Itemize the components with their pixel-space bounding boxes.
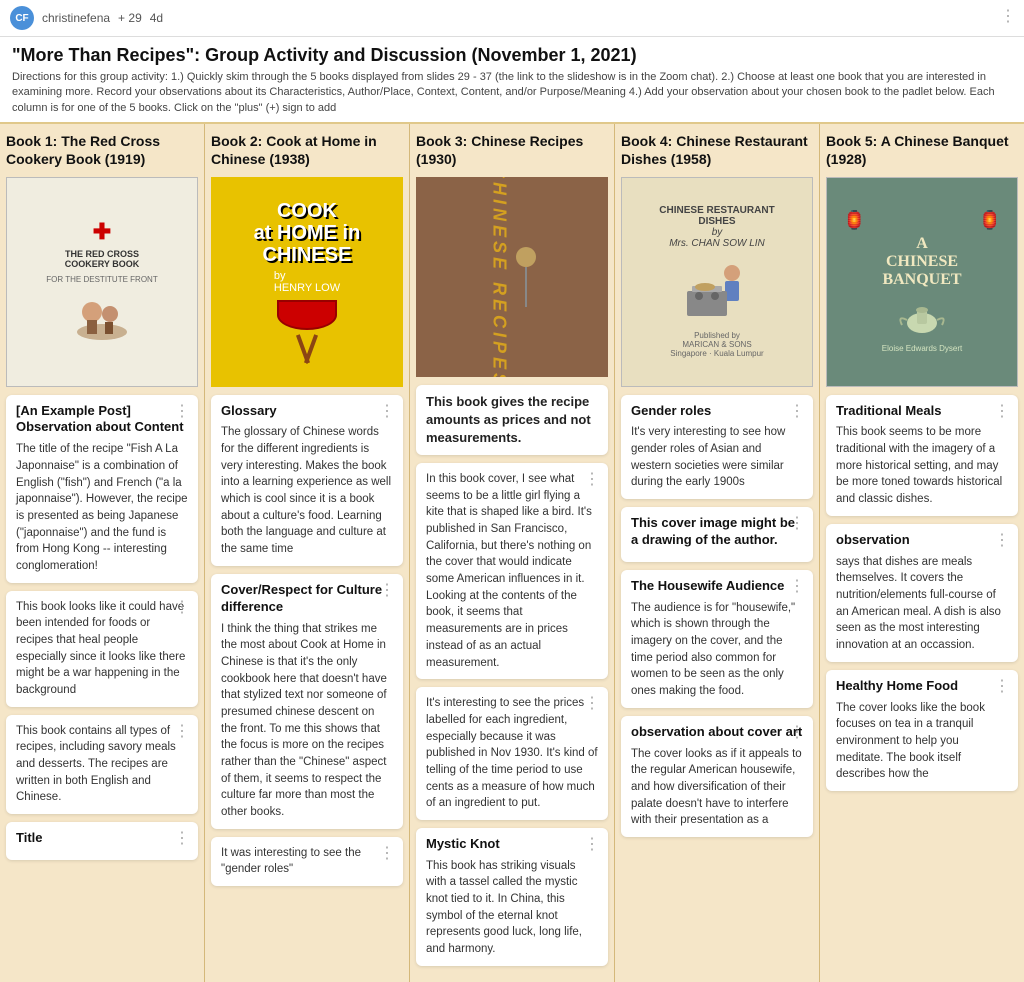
example-post-card: ⋮ [An Example Post] Observation about Co… [6,395,198,583]
column-book5: Book 5: A Chinese Banquet (1928) 🏮 🏮 ACH… [820,124,1024,982]
cover-respect-title: Cover/Respect for Culture difference [221,582,393,616]
observation-menu[interactable]: ⋮ [994,530,1010,550]
cover-respect-body: I think the thing that strikes me the mo… [221,621,393,821]
column-book4: Book 4: Chinese Restaurant Dishes (1958)… [615,124,820,982]
gender-roles-note-menu[interactable]: ⋮ [379,843,395,863]
glossary-body: The glossary of Chinese words for the di… [221,424,393,557]
cover-drawing-title: This cover image might be a drawing of t… [631,515,803,549]
top-bar: CF christinefena + 29 4d [0,0,1024,37]
col2-title: Book 2: Cook at Home in Chinese (1938) [211,132,403,168]
avatar: CF [10,6,34,30]
username: christinefena [42,11,110,25]
col5-title: Book 5: A Chinese Banquet (1928) [826,132,1018,168]
column-book3: Book 3: Chinese Recipes (1930) CHINESE R… [410,124,615,982]
card-menu-dots-2[interactable]: ⋮ [174,597,190,617]
col1-title: Book 1: The Red Cross Cookery Book (1919… [6,132,198,168]
war-background-body: This book looks like it could have been … [16,599,188,699]
housewife-menu[interactable]: ⋮ [789,576,805,596]
gender-roles-note-body: It was interesting to see the "gender ro… [221,845,393,878]
columns-wrapper: Book 1: The Red Cross Cookery Book (1919… [0,124,1024,982]
prices-note-card: ⋮ This book gives the recipe amounts as … [416,385,608,456]
healthy-home-food-card: ⋮ Healthy Home Food The cover looks like… [826,670,1018,791]
girl-kite-card: ⋮ In this book cover, I see what seems t… [416,463,608,679]
prices-note-text: This book gives the recipe amounts as pr… [426,393,598,448]
glossary-title: Glossary [221,403,393,420]
traditional-meals-title: Traditional Meals [836,403,1008,420]
cover-art-menu[interactable]: ⋮ [789,722,805,742]
traditional-meals-card: ⋮ Traditional Meals This book seems to b… [826,395,1018,516]
cover-art-title: observation about cover art [631,724,803,741]
column-book2: Book 2: Cook at Home in Chinese (1938) C… [205,124,410,982]
gender-roles-body: It's very interesting to see how gender … [631,424,803,491]
col3-title: Book 3: Chinese Recipes (1930) [416,132,608,168]
example-post-title: [An Example Post] Observation about Cont… [16,403,188,437]
card-menu-dots-3[interactable]: ⋮ [174,721,190,741]
traditional-meals-body: This book seems to be more traditional w… [836,424,1008,507]
points: + 29 [118,11,142,25]
gender-roles-title: Gender roles [631,403,803,420]
observation-body: says that dishes are meals themselves. I… [836,554,1008,654]
bowl-icon [277,300,337,330]
girl-kite-menu[interactable]: ⋮ [584,469,600,489]
card-menu-dots[interactable]: ⋮ [174,401,190,421]
time-ago: 4d [150,11,163,25]
healthy-home-food-menu[interactable]: ⋮ [994,676,1010,696]
page-title: "More Than Recipes": Group Activity and … [12,45,1012,66]
red-cross-icon: ✚ [93,219,111,245]
book2-cover-image: COOKat HOME inCHINESE byHENRY LOW [211,177,403,387]
col4-title: Book 4: Chinese Restaurant Dishes (1958) [621,132,813,168]
column-book1: Book 1: The Red Cross Cookery Book (1919… [0,124,205,982]
prices-label-body: It's interesting to see the prices label… [426,695,598,812]
cover-art-card: ⋮ observation about cover art The cover … [621,716,813,837]
mystic-knot-body: This book has striking visuals with a ta… [426,858,598,958]
girl-kite-body: In this book cover, I see what seems to … [426,471,598,671]
header-section: "More Than Recipes": Group Activity and … [0,37,1024,124]
cover-art-body: The cover looks as if it appeals to the … [631,746,803,829]
title-card-title: Title [16,830,188,847]
cover-respect-card: ⋮ Cover/Respect for Culture difference I… [211,574,403,829]
observation-title: observation [836,532,1008,549]
book1-cover-image: ✚ THE RED CROSSCOOKERY BOOK FOR THE DEST… [6,177,198,387]
housewife-body: The audience is for "housewife," which i… [631,600,803,700]
book3-cover-image: CHINESE RECIPES [416,177,608,377]
healthy-home-food-body: The cover looks like the book focuses on… [836,700,1008,783]
header-description: Directions for this group activity: 1.) … [12,70,1012,116]
housewife-card: ⋮ The Housewife Audience The audience is… [621,570,813,708]
healthy-home-food-title: Healthy Home Food [836,678,1008,695]
card-menu-dots-4[interactable]: ⋮ [174,828,190,848]
mystic-knot-card: ⋮ Mystic Knot This book has striking vis… [416,828,608,966]
prices-label-menu[interactable]: ⋮ [584,693,600,713]
all-recipes-body: This book contains all types of recipes,… [16,723,188,806]
gender-roles-card: ⋮ Gender roles It's very interesting to … [621,395,813,500]
glossary-menu[interactable]: ⋮ [379,401,395,421]
title-card: ⋮ Title [6,822,198,860]
observation-card: ⋮ observation says that dishes are meals… [826,524,1018,662]
traditional-meals-menu[interactable]: ⋮ [994,401,1010,421]
war-background-card: ⋮ This book looks like it could have bee… [6,591,198,707]
cover-respect-menu[interactable]: ⋮ [379,580,395,600]
example-post-body: The title of the recipe "Fish A La Japon… [16,441,188,574]
gender-roles-menu[interactable]: ⋮ [789,401,805,421]
cover-drawing-menu[interactable]: ⋮ [789,513,805,533]
housewife-title: The Housewife Audience [631,578,803,595]
mystic-knot-menu[interactable]: ⋮ [584,834,600,854]
mystic-knot-title: Mystic Knot [426,836,598,853]
book4-cover-image: CHINESE RESTAURANTDISHESbyMrs. CHAN SOW … [621,177,813,387]
glossary-card: ⋮ Glossary The glossary of Chinese words… [211,395,403,566]
prices-note-menu[interactable]: ⋮ [1000,6,1016,26]
gender-roles-note-card: ⋮ It was interesting to see the "gender … [211,837,403,886]
cover-drawing-card: ⋮ This cover image might be a drawing of… [621,507,813,562]
prices-label-card: ⋮ It's interesting to see the prices lab… [416,687,608,820]
book5-cover-image: 🏮 🏮 ACHINESEBANQUET Eloise Edwards Dyser… [826,177,1018,387]
all-recipes-card: ⋮ This book contains all types of recipe… [6,715,198,814]
